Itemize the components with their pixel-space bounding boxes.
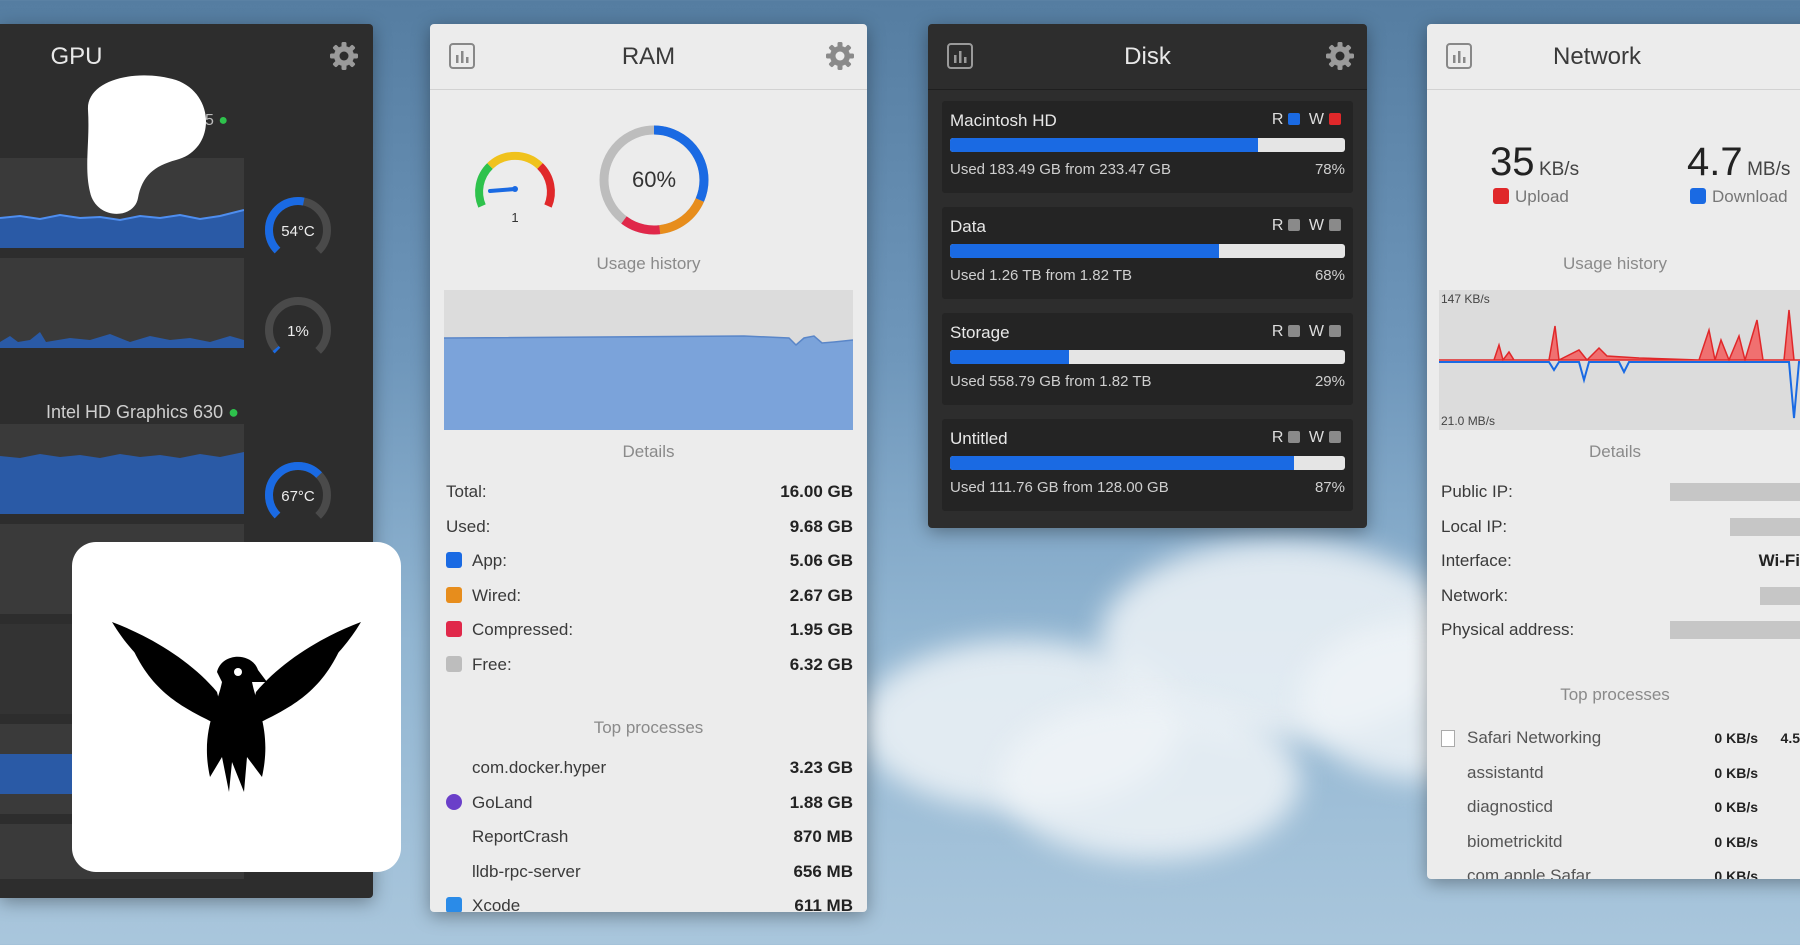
eagle-icon <box>112 622 361 792</box>
read-indicator <box>1288 325 1301 337</box>
ram-detail-total: Total: 16.00 GB <box>446 482 853 502</box>
read-indicator <box>1288 431 1301 443</box>
redacted-value <box>1670 483 1800 502</box>
xcode-icon <box>446 897 462 912</box>
network-detail-network: Network: <box>1441 579 1800 614</box>
upload-swatch <box>1493 188 1509 204</box>
download-swatch <box>1690 188 1706 204</box>
redacted-value <box>1760 586 1800 605</box>
gpu-ring-3: 67°C <box>265 462 331 528</box>
gpu-settings-gear-icon[interactable] <box>329 41 358 70</box>
ram-process-row[interactable]: lldb-rpc-server 656 MB <box>446 855 853 890</box>
ram-chart-toggle-icon[interactable] <box>448 42 476 70</box>
network-top-processes-label: Top processes <box>1560 685 1670 704</box>
network-panel: Network 35 KB/s Upload 4.7 MB/s Download… <box>1427 24 1800 879</box>
disk-header: Disk <box>928 24 1367 90</box>
gpu-chart-2 <box>0 258 244 348</box>
ram-usage-donut: 60% <box>599 125 709 235</box>
ram-detail-wired: Wired: 2.67 GB <box>446 579 853 614</box>
network-process-row[interactable]: Safari Networking 0 KB/s 4.5 <box>1441 721 1800 756</box>
wired-swatch <box>446 586 462 603</box>
svg-text:1%: 1% <box>287 323 309 340</box>
network-detail-public-ip: Public IP: <box>1441 475 1800 510</box>
network-chart-toggle-icon[interactable] <box>1445 42 1473 70</box>
network-process-row[interactable]: com.apple.Safar 0 KB/s <box>1441 859 1800 879</box>
disk-usage-bar <box>950 138 1345 152</box>
ram-detail-free: Free: 6.32 GB <box>446 648 853 683</box>
network-detail-local-ip: Local IP: <box>1441 510 1800 545</box>
ram-settings-gear-icon[interactable] <box>825 41 854 70</box>
ram-detail-app: App: 5.06 GB <box>446 544 853 579</box>
ram-process-list: com.docker.hyper 3.23 GB GoLand 1.88 GB Re… <box>446 751 853 912</box>
disk-usage-bar <box>950 456 1345 470</box>
network-process-row[interactable]: assistantd 0 KB/s <box>1441 756 1800 791</box>
chart-bottom-label: 21.0 MB/s <box>1441 414 1496 428</box>
network-process-row[interactable]: biometrickitd 0 KB/s <box>1441 825 1800 860</box>
goland-icon <box>446 793 462 810</box>
ram-details-label: Details <box>622 442 675 461</box>
network-detail-physical-address: Physical address: <box>1441 613 1800 648</box>
gpu-ring-2: 1% <box>265 297 331 363</box>
read-indicator <box>1288 219 1301 231</box>
upload-stat: 35 KB/s Upload <box>1490 140 1580 206</box>
ram-process-row[interactable]: Xcode 611 MB <box>446 889 853 912</box>
network-details-label: Details <box>1589 442 1641 461</box>
svg-text:1: 1 <box>511 210 518 225</box>
network-usage-chart: 147 KB/s 21.0 MB/s <box>1439 290 1800 430</box>
ram-pressure-gauge: 1 <box>475 151 555 225</box>
disk-volume-card[interactable]: Macintosh HD R W Used 183.49 GB from 233.… <box>942 101 1353 193</box>
disk-usage-bar <box>950 244 1345 258</box>
network-header: Network <box>1427 24 1800 90</box>
gpu-title: GPU <box>50 43 103 70</box>
redacted-value <box>1670 621 1800 640</box>
write-indicator <box>1329 431 1341 443</box>
download-stat: 4.7 MB/s Download <box>1687 140 1791 206</box>
ram-top-processes-label: Top processes <box>593 718 704 737</box>
svg-text:67°C: 67°C <box>281 488 315 505</box>
network-title: Network <box>1552 42 1642 70</box>
ram-detail-compressed: Compressed: 1.95 GB <box>446 613 853 648</box>
document-icon <box>1441 729 1455 747</box>
chart-top-label: 147 KB/s <box>1441 292 1490 306</box>
svg-text:54°C: 54°C <box>281 223 315 240</box>
ram-header: RAM <box>430 24 867 90</box>
disk-title: Disk <box>1124 42 1171 70</box>
compressed-swatch <box>446 621 462 638</box>
disk-settings-gear-icon[interactable] <box>1325 41 1354 70</box>
ram-process-row[interactable]: ReportCrash 870 MB <box>446 820 853 855</box>
disk-usage-bar <box>950 350 1345 364</box>
disk-volume-card[interactable]: Untitled R W Used 111.76 GB from 128.00 G… <box>942 419 1353 511</box>
ram-title: RAM <box>621 42 676 70</box>
free-swatch <box>446 655 462 672</box>
disk-panel: Disk Macintosh HD R W Used 183.49 GB from… <box>928 24 1367 528</box>
app-logo-blob <box>76 72 211 217</box>
svg-text:60%: 60% <box>632 167 676 192</box>
ram-usage-history-label: Usage history <box>596 254 701 273</box>
network-detail-interface: Interface: Wi-Fi <box>1441 551 1800 571</box>
ram-details-list: Total: 16.00 GB Used: 9.68 GB App: 5.06 GB … <box>446 475 853 682</box>
ram-process-row[interactable]: com.docker.hyper 3.23 GB <box>446 751 853 786</box>
app-swatch <box>446 552 462 569</box>
ram-usage-chart <box>443 290 854 430</box>
network-process-row[interactable]: diagnosticd 0 KB/s <box>1441 790 1800 825</box>
gpu2-name: Intel HD Graphics 630 ● <box>46 402 239 422</box>
write-indicator <box>1329 325 1341 337</box>
network-details-list: Public IP: Local IP: Interface: Wi-Fi Net… <box>1441 475 1800 648</box>
write-indicator <box>1329 219 1341 231</box>
disk-chart-toggle-icon[interactable] <box>946 42 974 70</box>
disk-volume-card[interactable]: Storage R W Used 558.79 GB from 1.82 TB 29… <box>942 313 1353 405</box>
network-usage-history-label: Usage history <box>1563 254 1667 273</box>
read-indicator <box>1288 113 1301 125</box>
gpu-chart-3 <box>0 424 244 514</box>
eagle-logo-card <box>72 542 401 872</box>
write-indicator <box>1329 113 1341 125</box>
redacted-value <box>1730 517 1800 536</box>
disk-volume-card[interactable]: Data R W Used 1.26 TB from 1.82 TB 68% <box>942 207 1353 299</box>
network-process-list: Safari Networking 0 KB/s 4.5 assistantd 0 K… <box>1441 721 1800 879</box>
ram-panel: RAM 1 60% Usage history Details Total: 16… <box>430 24 867 912</box>
ram-detail-used: Used: 9.68 GB <box>446 516 853 536</box>
gpu-ring-1: 54°C <box>265 197 331 263</box>
ram-process-row[interactable]: GoLand 1.88 GB <box>446 786 853 821</box>
